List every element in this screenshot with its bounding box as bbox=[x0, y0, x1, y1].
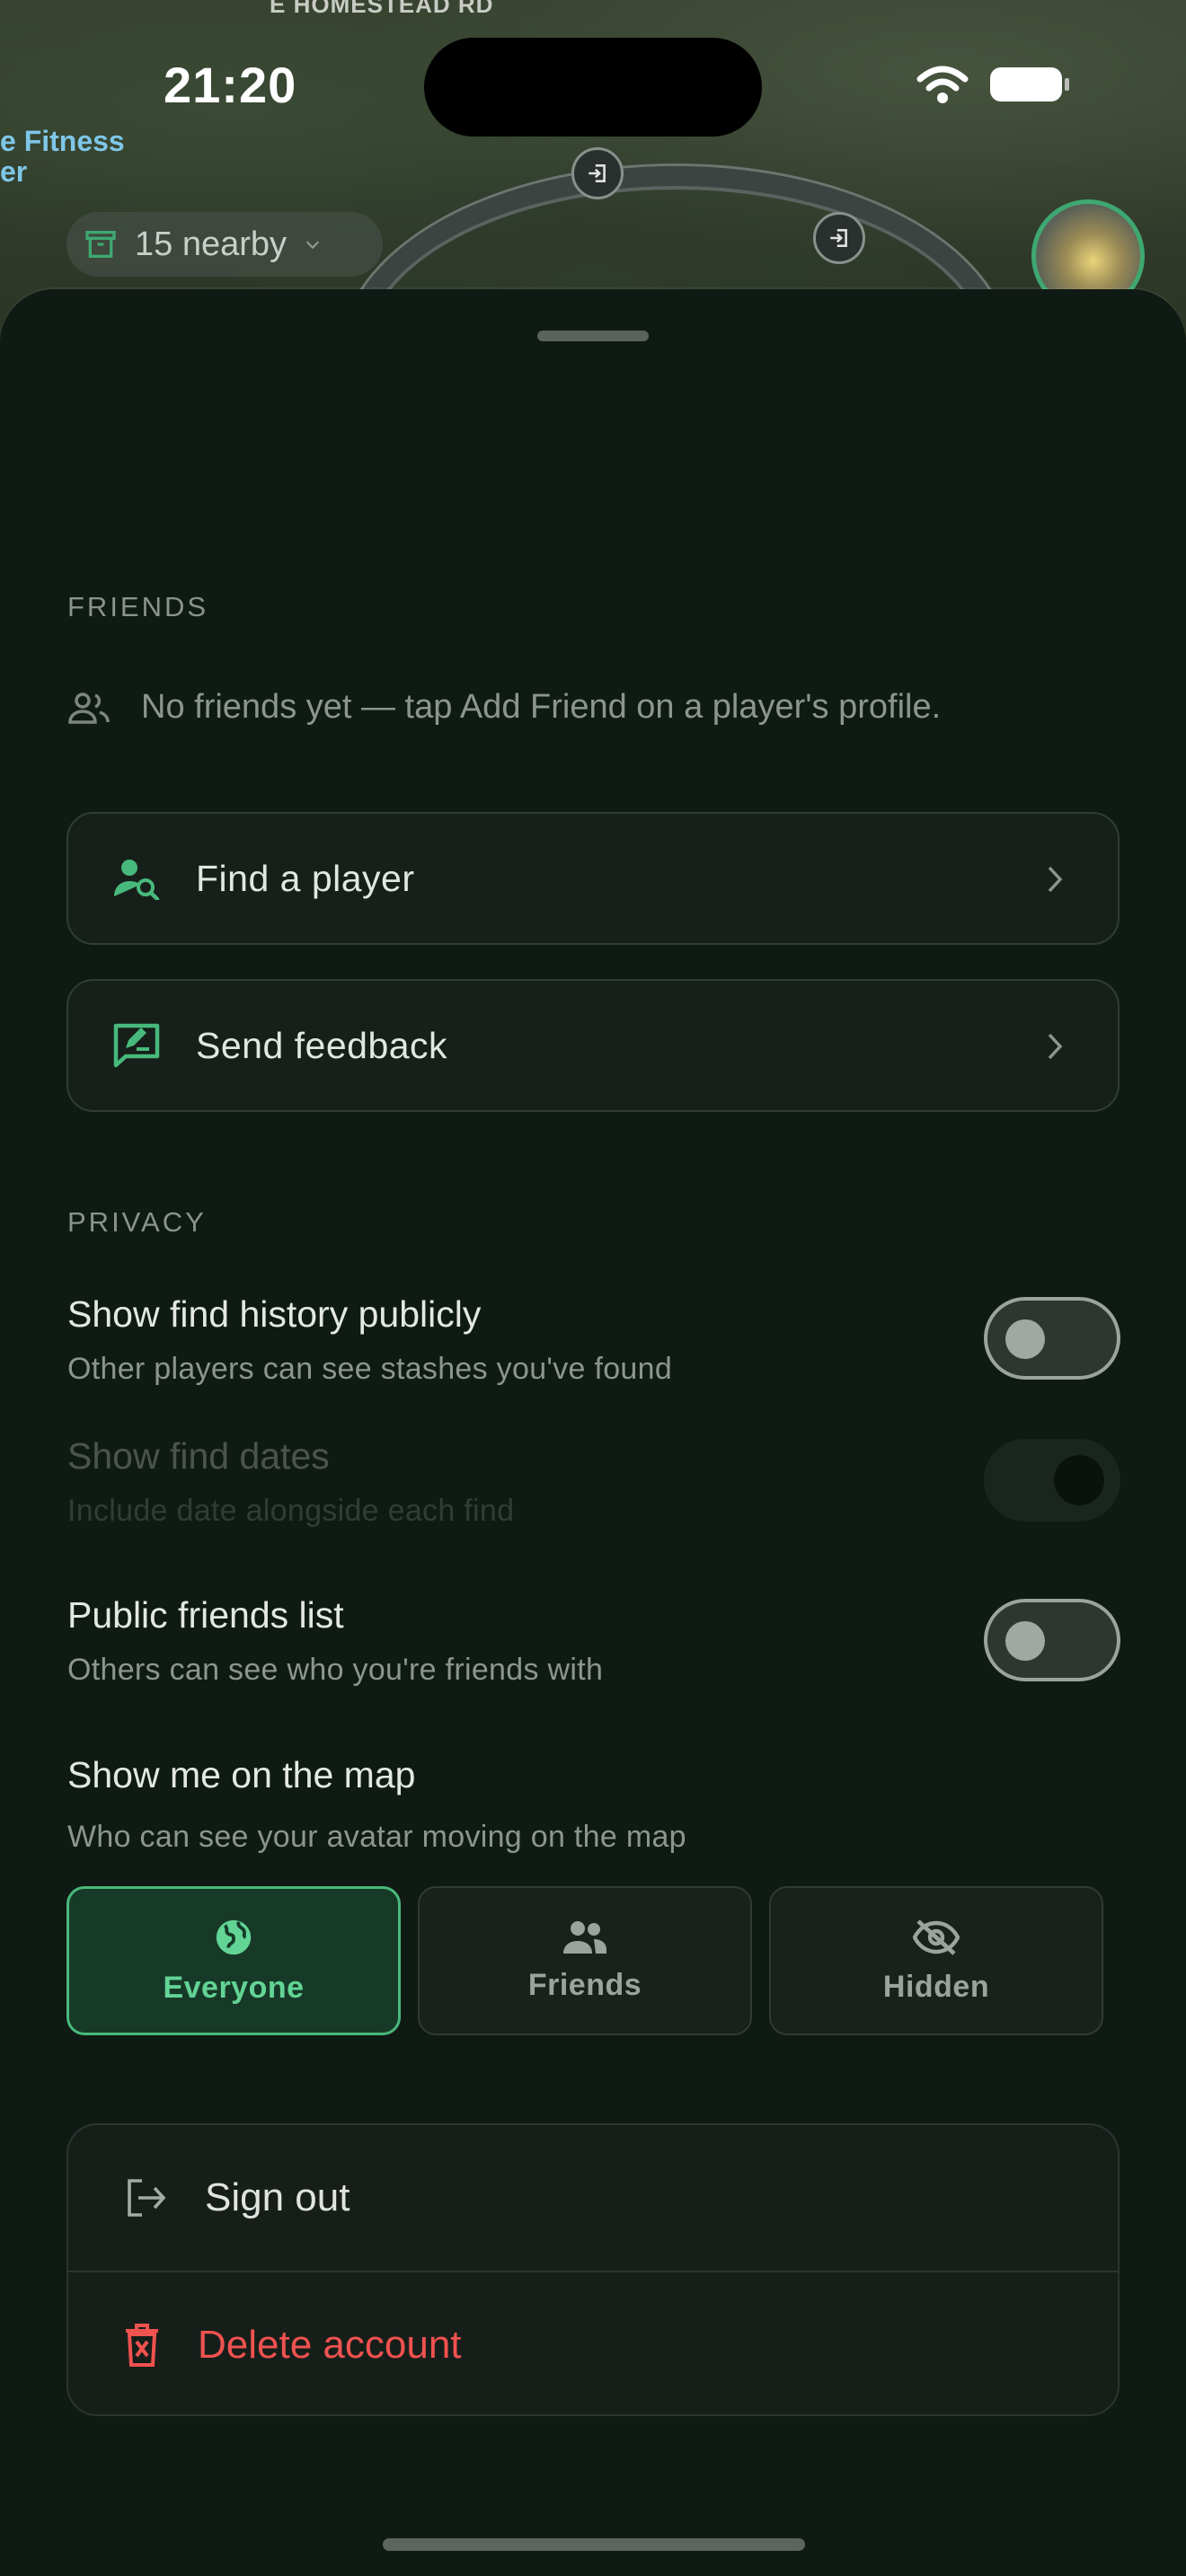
status-time: 21:20 bbox=[164, 57, 297, 113]
login-icon bbox=[589, 164, 606, 182]
chevron-right-icon bbox=[1048, 866, 1063, 893]
friends-list-toggle[interactable] bbox=[984, 1599, 1120, 1681]
account-actions-card: Sign out Delete account bbox=[66, 2123, 1120, 2416]
visibility-option-label: Hidden bbox=[882, 1969, 990, 2004]
visibility-option-hidden[interactable]: Hidden bbox=[769, 1886, 1103, 2035]
find-history-setting: Show find history publicly Other players… bbox=[67, 1293, 1120, 1387]
nearby-count: 15 nearby bbox=[135, 225, 288, 263]
battery-icon bbox=[990, 67, 1069, 101]
map-road-label: E HOMESTEAD RD bbox=[270, 0, 494, 18]
send-feedback-label: Send feedback bbox=[196, 1024, 448, 1066]
friends-empty-text: No friends yet — tap Add Friend on a pla… bbox=[141, 688, 942, 726]
map-poi-line2: er bbox=[0, 155, 28, 188]
feedback-icon bbox=[113, 1023, 160, 1068]
map-stash-marker[interactable] bbox=[571, 147, 624, 199]
login-icon bbox=[830, 229, 847, 247]
find-dates-subtitle: Include date alongside each find bbox=[67, 1494, 515, 1528]
wifi-icon bbox=[916, 66, 969, 103]
find-person-icon bbox=[114, 860, 160, 900]
trash-icon bbox=[126, 2324, 158, 2367]
visibility-option-label: Everyone bbox=[163, 1970, 305, 2005]
nearby-button[interactable]: 15 nearby bbox=[66, 212, 383, 277]
find-dates-title: Show find dates bbox=[67, 1435, 330, 1477]
home-indicator bbox=[383, 2538, 805, 2551]
delete-account-label: Delete account bbox=[198, 2323, 462, 2367]
chevron-right-icon bbox=[1048, 1033, 1063, 1060]
people-icon bbox=[563, 1920, 606, 1954]
find-dates-setting: Show find dates Include date alongside e… bbox=[67, 1435, 1120, 1529]
sign-out-label: Sign out bbox=[205, 2175, 350, 2219]
toggle-knob bbox=[1005, 1319, 1045, 1359]
find-player-label: Find a player bbox=[196, 857, 415, 899]
dynamic-island bbox=[424, 38, 762, 137]
friends-heading: FRIENDS bbox=[67, 591, 209, 622]
archive-icon bbox=[85, 231, 116, 258]
friends-empty-state: No friends yet — tap Add Friend on a pla… bbox=[67, 688, 941, 727]
friends-list-setting: Public friends list Others can see who y… bbox=[67, 1594, 1120, 1688]
map-poi-label: e Fitness er bbox=[0, 126, 125, 187]
visibility-option-friends[interactable]: Friends bbox=[418, 1886, 752, 2035]
sheet-grabber[interactable] bbox=[537, 331, 649, 341]
map-visibility-subtitle: Who can see your avatar moving on the ma… bbox=[67, 1820, 686, 1854]
delete-account-button[interactable]: Delete account bbox=[68, 2271, 1118, 2414]
eye-off-icon bbox=[913, 1919, 960, 1955]
map-visibility-setting: Show me on the map Who can see your avat… bbox=[67, 1754, 1120, 1855]
friends-list-subtitle: Others can see who you're friends with bbox=[67, 1653, 604, 1687]
people-icon bbox=[68, 692, 110, 724]
find-history-subtitle: Other players can see stashes you've fou… bbox=[67, 1352, 673, 1386]
map-poi-line1: e Fitness bbox=[0, 125, 125, 157]
toggle-knob bbox=[1005, 1621, 1045, 1661]
status-icons bbox=[916, 65, 1069, 104]
map-stash-marker[interactable] bbox=[813, 212, 865, 264]
visibility-option-everyone[interactable]: Everyone bbox=[66, 1886, 401, 2035]
chevron-down-icon bbox=[305, 241, 320, 250]
privacy-heading: PRIVACY bbox=[67, 1206, 207, 1238]
logout-icon bbox=[128, 2179, 166, 2217]
send-feedback-button[interactable]: Send feedback bbox=[66, 979, 1120, 1112]
visibility-option-label: Friends bbox=[527, 1967, 642, 2002]
globe-icon bbox=[216, 1919, 252, 1954]
map-visibility-title: Show me on the map bbox=[67, 1754, 416, 1795]
toggle-knob bbox=[1054, 1455, 1104, 1505]
find-dates-toggle[interactable] bbox=[984, 1439, 1120, 1522]
find-history-title: Show find history publicly bbox=[67, 1293, 482, 1335]
find-player-button[interactable]: Find a player bbox=[66, 812, 1120, 945]
friends-list-title: Public friends list bbox=[67, 1594, 344, 1636]
find-history-toggle[interactable] bbox=[984, 1297, 1120, 1380]
sign-out-button[interactable]: Sign out bbox=[68, 2125, 1118, 2271]
